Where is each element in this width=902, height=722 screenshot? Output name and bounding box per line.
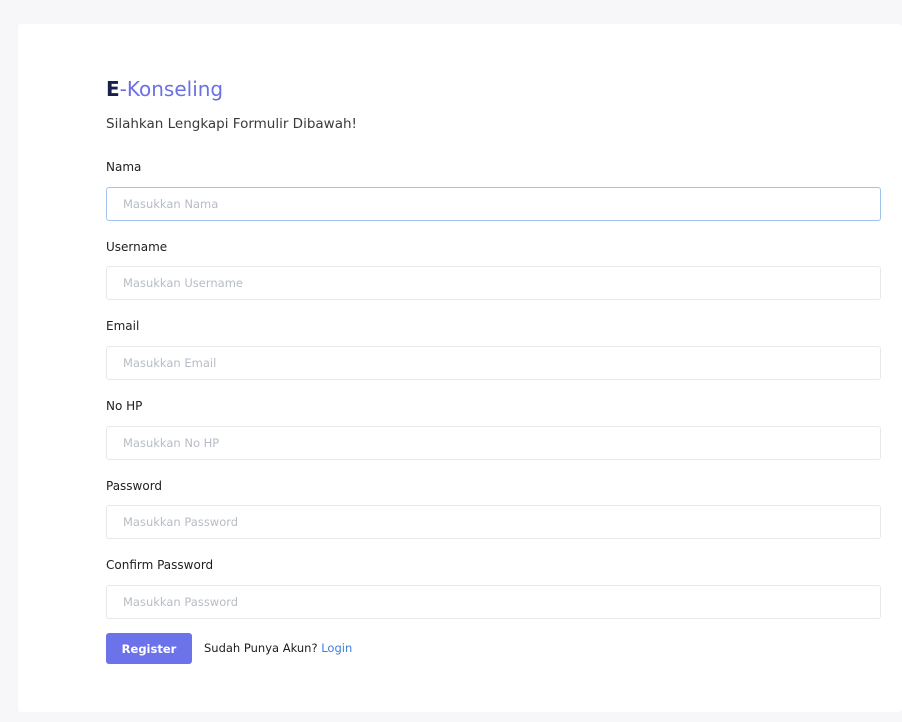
nama-input[interactable] — [106, 187, 881, 221]
email-label: Email — [106, 319, 140, 333]
form-subtitle: Silahkan Lengkapi Formulir Dibawah! — [106, 116, 357, 132]
register-button[interactable]: Register — [106, 633, 192, 664]
login-link[interactable]: Login — [321, 641, 352, 655]
password-input[interactable] — [106, 505, 881, 539]
brand-letter: E — [106, 77, 120, 101]
nama-label: Nama — [106, 160, 142, 174]
username-input[interactable] — [106, 266, 881, 300]
brand-name: -Konseling — [119, 77, 224, 101]
app-logo: E-Konseling — [106, 77, 223, 101]
nohp-input[interactable] — [106, 426, 881, 460]
username-label: Username — [106, 240, 168, 254]
password-label: Password — [106, 479, 163, 493]
nohp-label: No HP — [106, 399, 143, 413]
login-prompt-text: Sudah Punya Akun? — [204, 641, 318, 655]
confirm-password-label: Confirm Password — [106, 558, 214, 572]
email-input[interactable] — [106, 346, 881, 380]
register-card: E-Konseling Silahkan Lengkapi Formulir D… — [18, 24, 902, 712]
confirm-password-input[interactable] — [106, 585, 881, 619]
login-prompt: Sudah Punya Akun? Login — [204, 641, 352, 655]
